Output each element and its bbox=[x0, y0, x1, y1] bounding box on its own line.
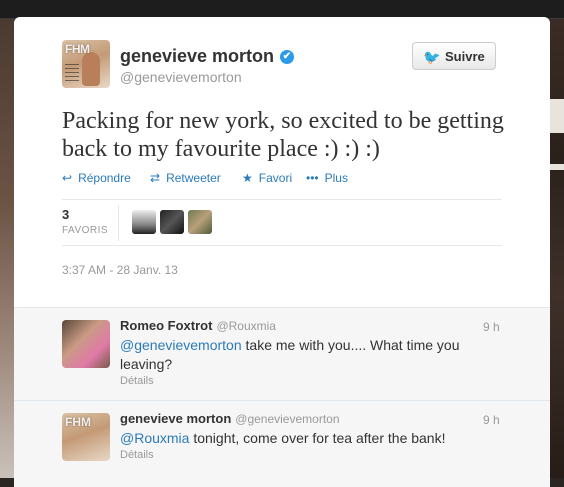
author-name[interactable]: genevieve morton bbox=[120, 46, 274, 67]
favorite-button[interactable]: ★ Favori bbox=[242, 171, 292, 185]
retweet-icon: ⇄ bbox=[150, 171, 161, 185]
follow-button[interactable]: 🐦 Suivre bbox=[412, 42, 496, 70]
tweet-timestamp[interactable]: 3:37 AM - 28 Janv. 13 bbox=[62, 263, 178, 277]
mention-link[interactable]: @Rouxmia bbox=[120, 430, 189, 446]
replies-list: Romeo Foxtrot @Rouxmia 9 h @genevievemort… bbox=[14, 307, 550, 487]
stats-separator bbox=[118, 205, 119, 241]
reply-text: @Rouxmia tonight, come over for tea afte… bbox=[120, 429, 480, 448]
favorites-count[interactable]: 3 bbox=[62, 207, 69, 222]
reply-author[interactable]: Romeo Foxtrot @Rouxmia bbox=[120, 318, 276, 333]
reply-button[interactable]: ↩ Répondre bbox=[62, 171, 131, 185]
avatar[interactable] bbox=[62, 320, 110, 368]
more-label: Plus bbox=[324, 171, 348, 185]
reply-icon: ↩ bbox=[62, 171, 73, 185]
background-right bbox=[550, 19, 564, 478]
avatar[interactable]: FHM bbox=[62, 40, 110, 88]
reply-item[interactable]: FHM genevieve morton @genevievemorton 9 h… bbox=[14, 401, 550, 487]
retweet-button[interactable]: ⇄ Retweeter bbox=[150, 171, 221, 185]
tweet-text: Packing for new york, so excited to be g… bbox=[62, 108, 504, 162]
avatar-logo: FHM bbox=[65, 415, 91, 429]
reply-time[interactable]: 9 h bbox=[483, 413, 500, 427]
details-link[interactable]: Détails bbox=[120, 449, 154, 461]
reply-author[interactable]: genevieve morton @genevievemorton bbox=[120, 411, 340, 426]
more-button[interactable]: ••• Plus bbox=[306, 171, 348, 185]
bird-icon: 🐦 bbox=[423, 49, 441, 65]
follow-label: Suivre bbox=[445, 49, 485, 64]
reply-label: Répondre bbox=[78, 171, 131, 185]
reply-time[interactable]: 9 h bbox=[483, 320, 500, 334]
reply-author-name: Romeo Foxtrot bbox=[120, 318, 213, 333]
details-link[interactable]: Détails bbox=[120, 375, 154, 387]
reply-author-handle: @genevievemorton bbox=[235, 412, 340, 426]
avatar[interactable]: FHM bbox=[62, 413, 110, 461]
favoriter-avatar[interactable] bbox=[132, 210, 156, 234]
reply-author-handle: @Rouxmia bbox=[216, 319, 276, 333]
background-left bbox=[0, 19, 14, 478]
star-icon: ★ bbox=[242, 171, 253, 185]
favoriter-avatar[interactable] bbox=[160, 210, 184, 234]
favorite-label: Favori bbox=[258, 171, 293, 185]
more-icon: ••• bbox=[306, 171, 319, 185]
favorites-label: FAVORIS bbox=[62, 225, 109, 236]
reply-body: tonight, come over for tea after the ban… bbox=[189, 430, 446, 446]
divider bbox=[62, 245, 502, 246]
author-handle[interactable]: @genevievemorton bbox=[120, 69, 242, 85]
tweet-card: FHM genevieve morton ✔ @genevievemorton … bbox=[14, 17, 550, 487]
reply-item[interactable]: Romeo Foxtrot @Rouxmia 9 h @genevievemort… bbox=[14, 308, 550, 401]
divider bbox=[62, 199, 502, 200]
verified-icon: ✔ bbox=[280, 50, 294, 64]
favoriter-avatar[interactable] bbox=[188, 210, 212, 234]
reply-author-name: genevieve morton bbox=[120, 411, 232, 426]
mention-link[interactable]: @genevievemorton bbox=[120, 337, 242, 353]
retweet-label: Retweeter bbox=[166, 171, 221, 185]
avatar-logo: FHM bbox=[65, 42, 90, 56]
reply-text: @genevievemorton take me with you.... Wh… bbox=[120, 336, 480, 374]
